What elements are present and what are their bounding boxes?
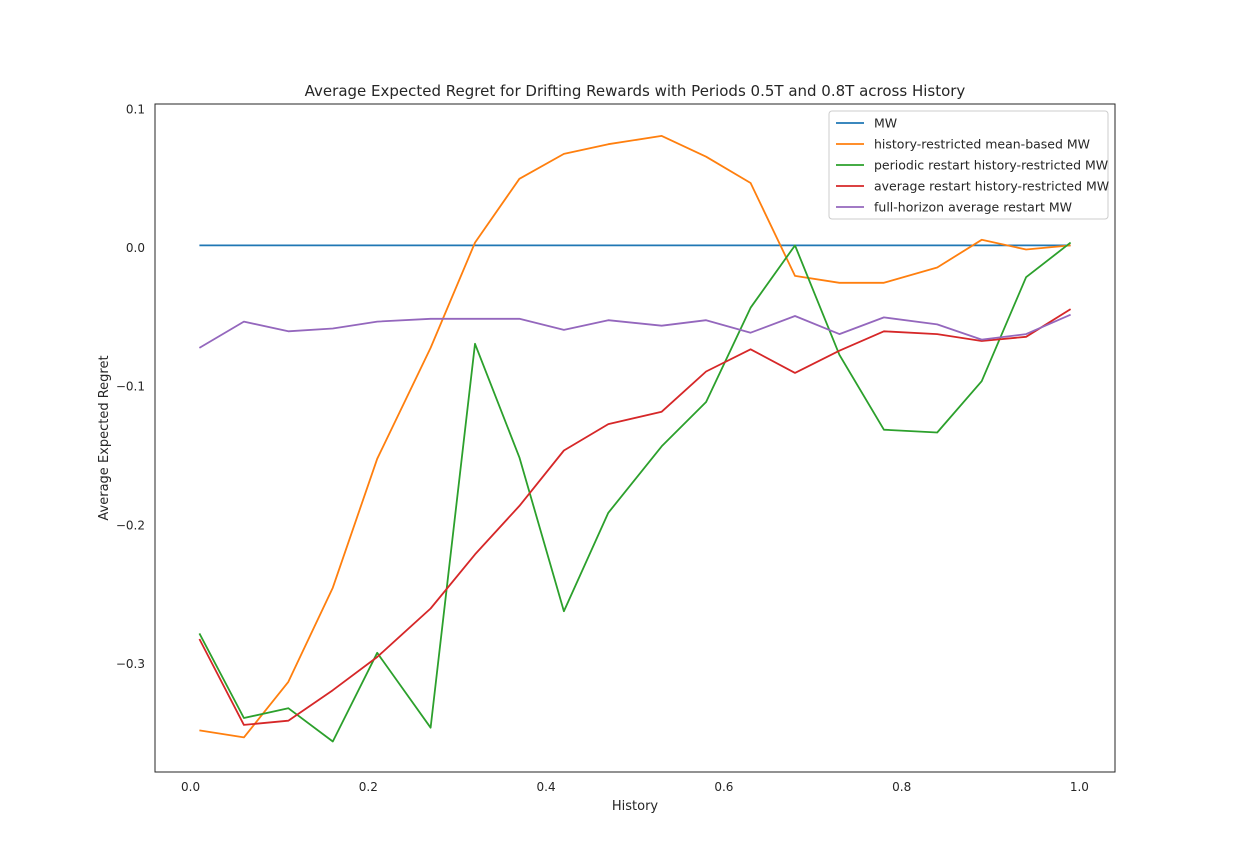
x-tick-label: 1.0 bbox=[1070, 780, 1089, 794]
x-axis-label: History bbox=[612, 799, 659, 814]
legend-label-2: periodic restart history-restricted MW bbox=[874, 158, 1108, 173]
y-tick-label: −0.3 bbox=[116, 657, 145, 671]
x-tick-label: 0.8 bbox=[892, 780, 911, 794]
y-tick-label: 0.0 bbox=[126, 241, 145, 255]
y-tick-label: 0.1 bbox=[126, 103, 145, 117]
x-tick-label: 0.0 bbox=[181, 780, 200, 794]
x-tick-label: 0.4 bbox=[537, 780, 556, 794]
legend: MW history-restricted mean-based MW period… bbox=[828, 110, 1109, 220]
x-tick-label: 0.6 bbox=[714, 780, 733, 794]
x-axis-ticks: 0.0 0.2 0.4 0.6 0.8 1.0 bbox=[181, 780, 1089, 794]
y-axis-label: Average Expected Regret bbox=[97, 355, 112, 520]
y-tick-label: −0.1 bbox=[116, 380, 145, 394]
legend-label-1: history-restricted mean-based MW bbox=[874, 137, 1090, 152]
x-tick-label: 0.2 bbox=[359, 780, 378, 794]
legend-label-3: average restart history-restricted MW bbox=[874, 179, 1109, 194]
y-tick-label: −0.2 bbox=[116, 518, 145, 532]
y-axis-ticks: −0.3 −0.2 −0.1 0.0 0.1 bbox=[116, 103, 145, 671]
legend-label-0: MW bbox=[874, 116, 897, 131]
chart-title: Average Expected Regret for Drifting Rew… bbox=[305, 82, 966, 100]
line-chart: Average Expected Regret for Drifting Rew… bbox=[97, 82, 1116, 814]
legend-label-4: full-horizon average restart MW bbox=[874, 200, 1072, 215]
